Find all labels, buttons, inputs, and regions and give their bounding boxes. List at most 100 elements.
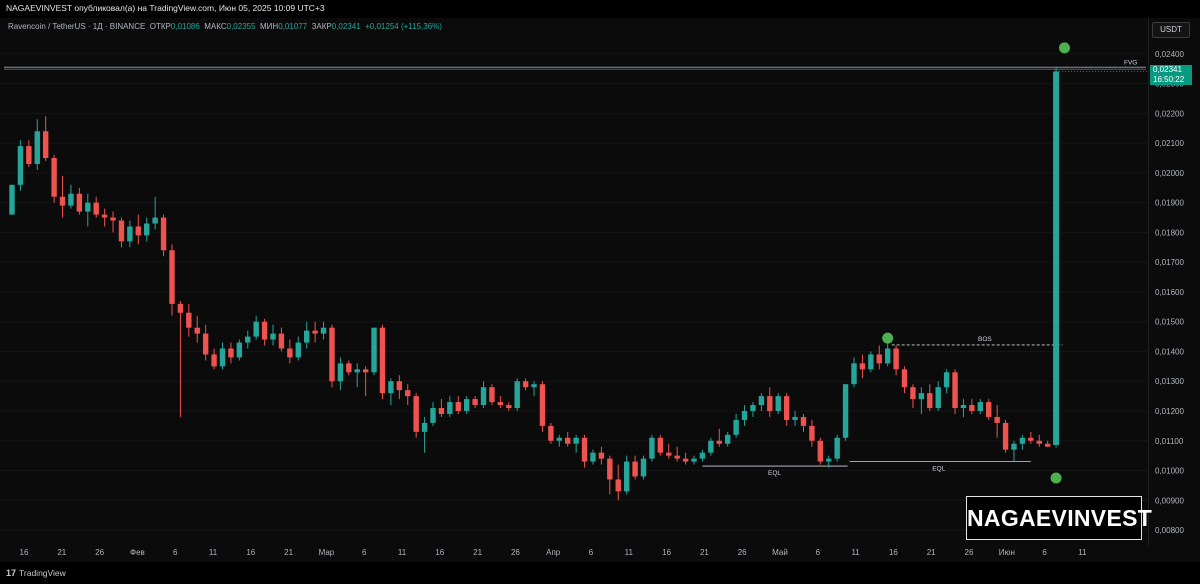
- candle-body: [169, 250, 175, 304]
- author-watermark: NAGAEVINVEST: [966, 496, 1152, 540]
- publisher-bar: NAGAEVINVEST опубликовал(а) на TradingVi…: [0, 0, 1200, 18]
- candle-body: [834, 437, 840, 459]
- candle-body: [548, 425, 554, 441]
- candle-body: [969, 405, 975, 411]
- time-tick-label: 26: [95, 548, 104, 557]
- price-tick-label: 0,00900: [1155, 496, 1184, 505]
- time-tick-label: Июн: [999, 548, 1015, 557]
- candle-body: [9, 184, 15, 215]
- time-tick-label: 26: [738, 548, 747, 557]
- price-tick-label: 0,01300: [1155, 377, 1184, 386]
- candle-body: [640, 458, 647, 477]
- price-tick-label: 0,01400: [1155, 347, 1184, 356]
- candle-body: [245, 336, 251, 343]
- candle-body: [455, 402, 461, 411]
- candle-body: [421, 422, 428, 432]
- time-tick-label: Апр: [546, 548, 561, 557]
- candle-body: [287, 348, 293, 358]
- price-tick-label: 0,01800: [1155, 228, 1184, 237]
- candle-body: [733, 419, 739, 435]
- eql-label-2: EQL: [932, 466, 945, 473]
- candle-body: [160, 217, 167, 251]
- candle-body: [278, 333, 285, 349]
- candle-body: [598, 452, 605, 459]
- chart-area[interactable]: FVG BOS EQL EQL: [0, 18, 1148, 546]
- symbol-legend: Ravencoin / TetherUS · 1Д · BINANCE ОТКР…: [8, 22, 442, 31]
- candle-body: [135, 226, 141, 236]
- price-tick-label: 0,02200: [1155, 109, 1184, 118]
- candle-body: [750, 405, 756, 411]
- candle-body: [783, 396, 790, 420]
- candle-body: [573, 437, 579, 444]
- time-tick-label: Фев: [130, 548, 145, 557]
- candle-body: [152, 217, 158, 224]
- candle-body: [253, 321, 259, 337]
- tradingview-logo-icon: 17: [6, 568, 17, 578]
- low-label: МИН: [260, 22, 279, 31]
- time-tick-label: 16: [20, 548, 29, 557]
- candle-body: [447, 402, 453, 414]
- candle-body: [994, 416, 1000, 423]
- candle-body: [101, 214, 108, 218]
- time-tick-label: 6: [362, 548, 367, 557]
- candle-body: [396, 381, 403, 391]
- footer: [0, 562, 1200, 584]
- candlestick-chart[interactable]: FVG BOS EQL EQL: [0, 18, 1148, 546]
- time-tick-label: Мар: [319, 548, 335, 557]
- price-tick-label: 0,02400: [1155, 50, 1184, 59]
- time-axis[interactable]: 16 21 26 Фев 6 11 16 21 Мар 6 11 16 21 26 Апр 6 11 16 21 26…: [0, 546, 1200, 562]
- price-scale[interactable]: 0,024000,023000,022000,021000,020000,019…: [1148, 18, 1200, 546]
- last-price-tag: 0,02341 16:50:22: [1150, 65, 1192, 86]
- candle-body: [868, 354, 874, 370]
- candle-body: [758, 396, 765, 406]
- candle-body: [127, 226, 133, 242]
- price-tick-label: 0,01600: [1155, 288, 1184, 297]
- price-tick-label: 0,01200: [1155, 407, 1184, 416]
- candle-body: [236, 342, 243, 358]
- candle-body: [767, 396, 773, 411]
- candle-body: [792, 416, 798, 420]
- candle-body: [918, 393, 925, 400]
- candle-body: [362, 369, 369, 373]
- tradingview-logo[interactable]: 17 TradingView: [6, 568, 66, 578]
- currency-button[interactable]: USDT: [1152, 22, 1190, 38]
- time-tick-label: 11: [625, 548, 634, 557]
- time-tick-label: 6: [589, 548, 594, 557]
- time-tick-label: 26: [965, 548, 974, 557]
- high-value: 0,02355: [226, 22, 256, 31]
- time-tick-label: 16: [889, 548, 898, 557]
- candle-body: [261, 321, 268, 340]
- candle-body: [952, 372, 958, 409]
- candle-body: [42, 131, 49, 159]
- price-tick-label: 0,02000: [1155, 169, 1184, 178]
- price-tick-label: 0,00800: [1155, 526, 1184, 535]
- candle-body: [851, 363, 857, 385]
- candle-body: [219, 348, 226, 367]
- candle-body: [489, 387, 495, 403]
- time-tick-label: 16: [435, 548, 444, 557]
- time-tick-label: Май: [772, 548, 788, 557]
- time-tick-label: 11: [1078, 548, 1087, 557]
- symbol-name[interactable]: Ravencoin / TetherUS · 1Д · BINANCE: [8, 22, 145, 31]
- candle-body: [556, 437, 562, 441]
- candle-body: [826, 458, 832, 462]
- candle-body: [910, 387, 916, 400]
- candle-body: [93, 202, 99, 215]
- candle-body: [304, 330, 310, 343]
- candle-body: [1036, 440, 1042, 444]
- candles: [9, 67, 1060, 501]
- candle-body: [615, 479, 621, 492]
- candle-body: [943, 372, 950, 388]
- candle-body: [666, 452, 672, 456]
- candle-body: [177, 303, 184, 313]
- candle-body: [270, 333, 276, 340]
- candle-body: [607, 458, 613, 480]
- candle-body: [68, 193, 74, 206]
- price-tick-label: 0,01700: [1155, 258, 1184, 267]
- candle-body: [1044, 443, 1051, 447]
- candle-body: [480, 387, 487, 406]
- candle-body: [51, 158, 57, 197]
- close-label: ЗАКР: [311, 22, 332, 31]
- time-tick-label: 11: [209, 548, 218, 557]
- candle-body: [1011, 443, 1017, 450]
